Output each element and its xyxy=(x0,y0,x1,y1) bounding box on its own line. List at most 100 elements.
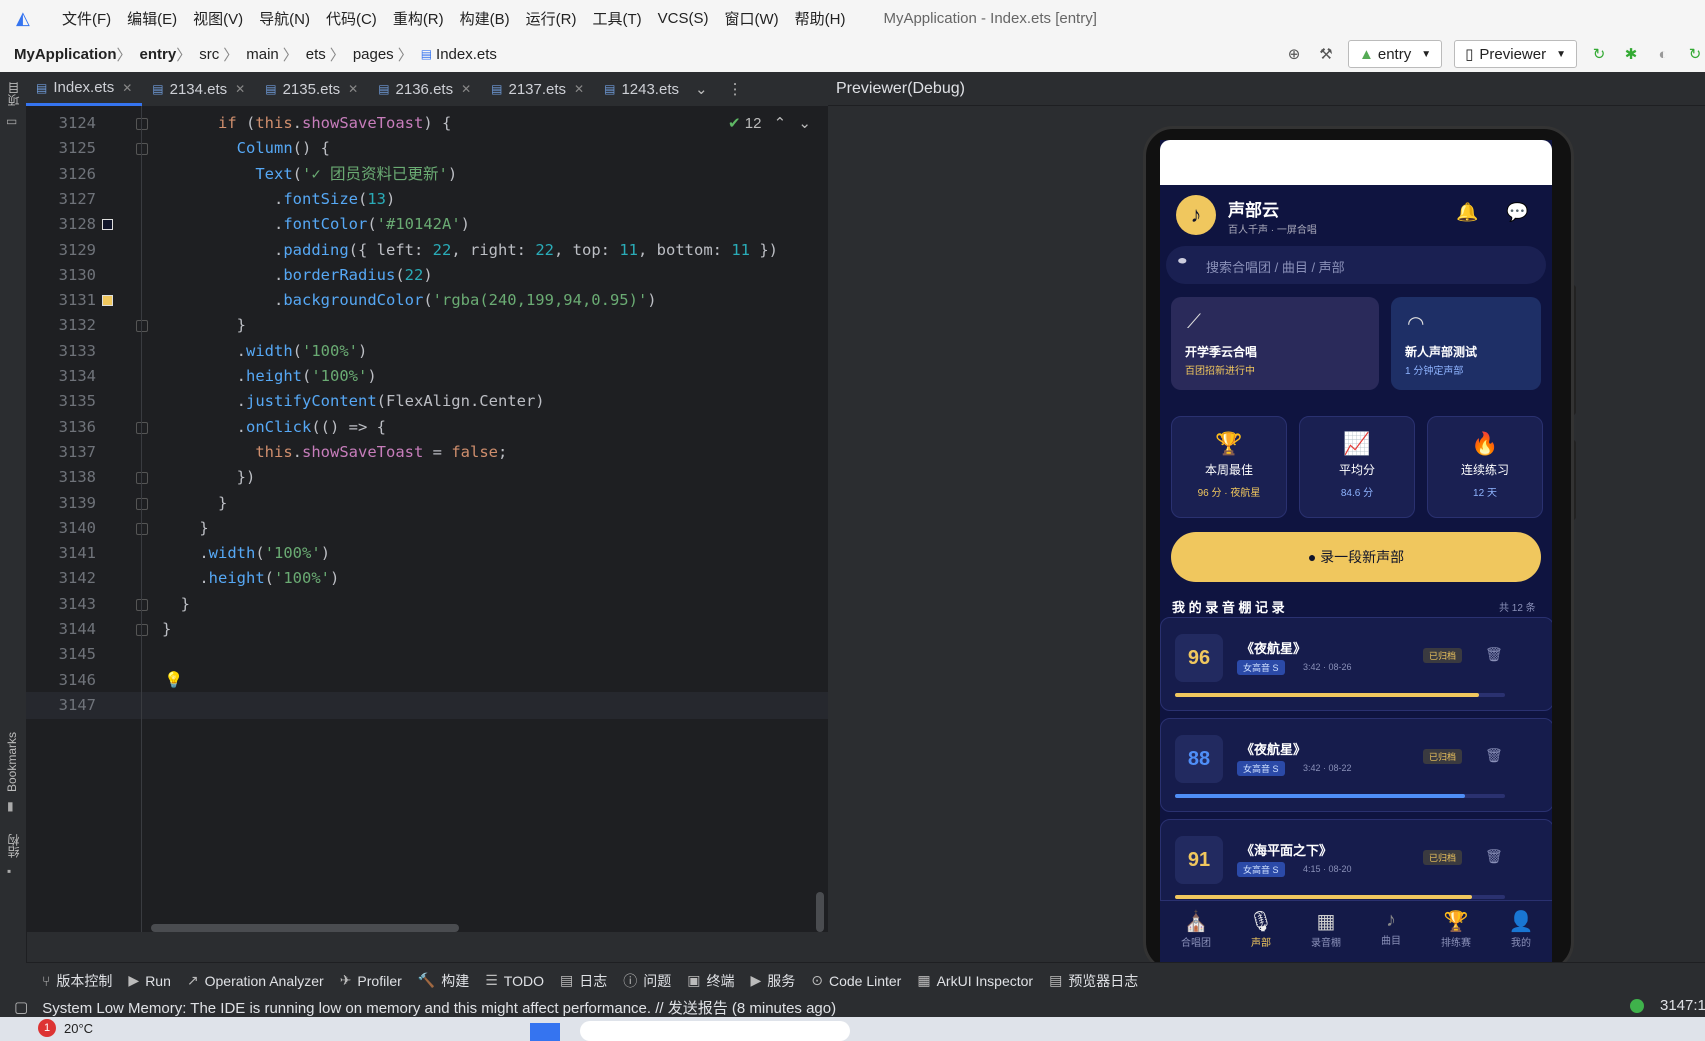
code-line[interactable]: 3140 } xyxy=(26,515,828,542)
toolwindow-button[interactable]: ↗ Operation Analyzer xyxy=(187,972,324,989)
fold-icon[interactable] xyxy=(136,421,148,434)
nav-songs[interactable]: ♪ 曲目 xyxy=(1361,909,1421,947)
inspection-widget[interactable]: ✔ 12 ⌃ ⌄ xyxy=(728,114,811,132)
project-tool-button[interactable]: 项目 xyxy=(5,82,22,106)
tabs-overflow-icon[interactable]: ⌄ xyxy=(695,80,708,98)
code-text[interactable]: .borderRadius(22) xyxy=(162,262,433,289)
tab-2135-ets[interactable]: ▤ 2135.ets ✕ xyxy=(255,72,368,106)
line-number[interactable]: 3141 xyxy=(34,540,96,567)
fold-icon[interactable] xyxy=(136,320,148,333)
close-icon[interactable]: ✕ xyxy=(122,81,132,95)
attach-debugger-icon[interactable]: ◐ xyxy=(1653,46,1673,63)
line-number[interactable]: 3125 xyxy=(34,135,96,162)
menu-run[interactable]: 运行(R) xyxy=(526,8,577,29)
code-line[interactable]: 3147 xyxy=(26,691,828,719)
code-line[interactable]: 3146 💡 xyxy=(26,667,828,694)
code-text[interactable]: .justifyContent(FlexAlign.Center) xyxy=(162,388,545,415)
previewer-select[interactable]: ▯ Previewer ▼ xyxy=(1454,40,1577,68)
toolwindow-button[interactable]: ▶ 服务 xyxy=(750,971,795,991)
breadcrumb-main[interactable]: main xyxy=(246,46,279,63)
menu-refactor[interactable]: 重构(R) xyxy=(393,8,444,29)
tab-index-ets[interactable]: ▤ Index.ets ✕ xyxy=(26,72,143,106)
code-text[interactable]: } xyxy=(162,312,246,339)
code-text[interactable]: .fontColor('#10142A') xyxy=(162,211,470,238)
code-line[interactable]: 3134 .height('100%') xyxy=(26,363,828,390)
nav-studio[interactable]: ▦ 录音棚 xyxy=(1296,909,1356,949)
code-text[interactable]: }) xyxy=(162,464,256,491)
menu-navigate[interactable]: 导航(N) xyxy=(259,8,310,29)
start-icon[interactable] xyxy=(530,1023,560,1041)
search-input[interactable]: ⬬ 搜索合唱团 / 曲目 / 声部 xyxy=(1166,246,1546,284)
code-text[interactable]: .height('100%') xyxy=(162,565,339,592)
trash-icon[interactable]: 🗑 xyxy=(1485,646,1503,663)
line-number[interactable]: 3139 xyxy=(34,490,96,517)
close-icon[interactable]: ✕ xyxy=(461,82,471,96)
menu-window[interactable]: 窗口(W) xyxy=(724,8,778,29)
code-text[interactable]: } xyxy=(162,616,171,643)
code-text[interactable]: .backgroundColor('rgba(240,199,94,0.95)'… xyxy=(162,287,657,314)
fold-icon[interactable] xyxy=(136,143,148,156)
line-number[interactable]: 3146 xyxy=(34,667,96,694)
code-line[interactable]: 3141 .width('100%') xyxy=(26,540,828,567)
toolwindow-button[interactable]: ▶ Run xyxy=(128,972,170,989)
color-swatch-icon[interactable] xyxy=(102,219,113,231)
toolwindow-button[interactable]: ⓘ 问题 xyxy=(623,971,671,991)
code-line[interactable]: 3137 this.showSaveToast = false; xyxy=(26,439,828,466)
toolwindow-button[interactable]: 🔨 构建 xyxy=(418,971,469,991)
record-card[interactable]: 91 《海平面之下》 女高音 S 4:15 · 08-20 已归档 🗑 xyxy=(1160,819,1552,913)
code-line[interactable]: 3142 .height('100%') xyxy=(26,565,828,592)
nav-choir[interactable]: ⛪ 合唱团 xyxy=(1166,909,1226,949)
debug-icon[interactable]: ✱ xyxy=(1621,45,1641,63)
line-number[interactable]: 3147 xyxy=(34,692,96,719)
code-editor[interactable]: 3124 if (this.showSaveToast) {3125 Colum… xyxy=(26,106,828,932)
code-line[interactable]: 3138 }) xyxy=(26,464,828,491)
code-line[interactable]: 3139 } xyxy=(26,490,828,517)
code-line[interactable]: 3133 .width('100%') xyxy=(26,338,828,365)
tab-1243-ets[interactable]: ▤ 1243.ets xyxy=(594,72,689,106)
fold-icon[interactable] xyxy=(136,598,148,611)
code-line[interactable]: 3128 .fontColor('#10142A') xyxy=(26,211,828,238)
bookmarks-tool-button[interactable]: Bookmarks xyxy=(5,732,19,792)
close-icon[interactable]: ✕ xyxy=(574,82,584,96)
code-text[interactable]: .height('100%') xyxy=(162,363,377,390)
code-text[interactable]: .padding({ left: 22, right: 22, top: 11,… xyxy=(162,237,778,264)
code-text[interactable]: .width('100%') xyxy=(162,338,368,365)
breadcrumb-file[interactable]: Index.ets xyxy=(436,46,497,63)
breadcrumb-src[interactable]: src xyxy=(199,46,219,63)
breadcrumb-module[interactable]: entry xyxy=(140,46,177,63)
bell-icon[interactable]: 🔔 xyxy=(1456,202,1478,223)
menu-vcs[interactable]: VCS(S) xyxy=(658,10,709,27)
line-number[interactable]: 3135 xyxy=(34,388,96,415)
line-number[interactable]: 3134 xyxy=(34,363,96,390)
module-select[interactable]: ▲ entry ▼ xyxy=(1348,40,1443,68)
code-line[interactable]: 3129 .padding({ left: 22, right: 22, top… xyxy=(26,237,828,264)
layout-icon[interactable]: ▢ xyxy=(14,998,28,1016)
fold-icon[interactable] xyxy=(136,522,148,535)
structure-tool-button[interactable]: 结构 xyxy=(5,834,22,858)
fold-icon[interactable] xyxy=(136,118,148,130)
line-number[interactable]: 3127 xyxy=(34,186,96,213)
breadcrumb-pages[interactable]: pages xyxy=(353,46,394,63)
code-text[interactable]: .onClick(() => { xyxy=(162,414,386,441)
line-number[interactable]: 3133 xyxy=(34,338,96,365)
menu-edit[interactable]: 编辑(E) xyxy=(127,8,177,29)
code-line[interactable]: 3124 if (this.showSaveToast) { xyxy=(26,110,828,137)
line-number[interactable]: 3129 xyxy=(34,237,96,264)
target-icon[interactable]: ⊕ xyxy=(1284,45,1304,63)
code-line[interactable]: 3127 .fontSize(13) xyxy=(26,186,828,213)
menu-file[interactable]: 文件(F) xyxy=(62,8,111,29)
code-line[interactable]: 3144} xyxy=(26,616,828,643)
code-line[interactable]: 3136 .onClick(() => { xyxy=(26,414,828,441)
record-card[interactable]: 88 《夜航星》 女高音 S 3:42 · 08-22 已归档 🗑 xyxy=(1160,718,1552,812)
code-line[interactable]: 3132 } xyxy=(26,312,828,339)
line-number[interactable]: 3140 xyxy=(34,515,96,542)
status-message[interactable]: System Low Memory: The IDE is running lo… xyxy=(42,997,836,1018)
fold-icon[interactable] xyxy=(136,624,148,636)
menu-code[interactable]: 代码(C) xyxy=(326,8,377,29)
close-icon[interactable]: ✕ xyxy=(235,82,245,96)
code-text[interactable]: if (this.showSaveToast) { xyxy=(162,110,451,137)
editor-hscrollbar[interactable] xyxy=(151,924,459,932)
banner-card-chorus[interactable]: ⟋ 开学季云合唱 百团招新进行中 xyxy=(1171,297,1379,390)
menu-help[interactable]: 帮助(H) xyxy=(795,8,846,29)
code-line[interactable]: 3143 } xyxy=(26,591,828,618)
